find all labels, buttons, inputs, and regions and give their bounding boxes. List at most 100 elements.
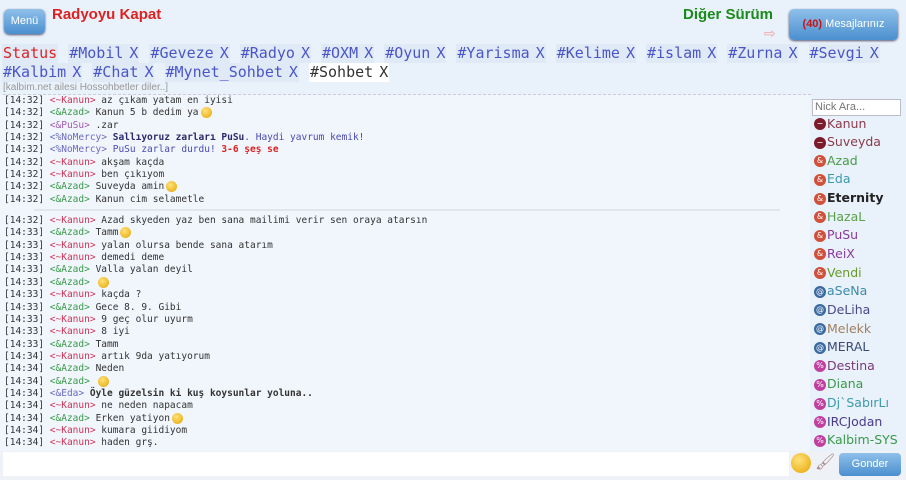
nick-item[interactable]: @ MERAL bbox=[812, 339, 906, 358]
arrow-icon: ⇨ bbox=[764, 26, 776, 42]
close-tab-button[interactable]: X bbox=[289, 63, 298, 81]
message-nick[interactable]: <~Kanun> bbox=[50, 157, 96, 168]
nick-item[interactable]: − Suveyda bbox=[812, 134, 906, 153]
tab-status[interactable]: Status bbox=[2, 44, 59, 63]
message-nick[interactable]: <&Azad> bbox=[50, 376, 90, 387]
radio-toggle-link[interactable]: Radyoyu Kapat bbox=[52, 6, 161, 23]
tab-oyun[interactable]: #Oyun X bbox=[384, 44, 447, 63]
close-tab-button[interactable]: X bbox=[536, 44, 545, 62]
nick-item[interactable]: & Eternity bbox=[812, 190, 906, 209]
message-nick[interactable]: <~Kanun> bbox=[50, 252, 96, 263]
message-nick[interactable]: <&Azad> bbox=[50, 339, 90, 350]
nick-item[interactable]: & ReiX bbox=[812, 246, 906, 265]
close-tab-button[interactable]: X bbox=[870, 44, 879, 62]
nick-item[interactable]: % Kalbim-SYS bbox=[812, 432, 906, 451]
tab-geveze[interactable]: #Geveze X bbox=[149, 44, 230, 63]
message-text: . Haydi yavrum kemik! bbox=[244, 132, 365, 144]
tab-islam[interactable]: #islam X bbox=[646, 44, 718, 63]
close-tab-button[interactable]: X bbox=[379, 63, 388, 81]
mode-admin-icon: & bbox=[814, 211, 826, 224]
message-nick[interactable]: <&PuSu> bbox=[50, 120, 90, 131]
message-nick[interactable]: <&Azad> bbox=[50, 413, 90, 424]
nick-name: ReiX bbox=[827, 245, 855, 261]
close-tab-button[interactable]: X bbox=[707, 44, 716, 62]
message-nick[interactable]: <~Kanun> bbox=[50, 240, 96, 251]
nick-item[interactable]: & PuSu bbox=[812, 227, 906, 246]
nick-item[interactable]: % Dj`SabırLı bbox=[812, 395, 906, 414]
message-nick[interactable]: <%NoMercy> bbox=[50, 132, 107, 143]
tab-mobil[interactable]: #Mobil X bbox=[68, 44, 140, 63]
message-nick[interactable]: <~Kanun> bbox=[50, 215, 96, 226]
send-button[interactable]: Gonder bbox=[839, 453, 901, 476]
nick-item[interactable]: − Kanun bbox=[812, 116, 906, 135]
message-text: PuSu zarlar durdu! bbox=[112, 144, 222, 156]
smiley-icon bbox=[97, 375, 109, 387]
message-nick[interactable]: <~Kanun> bbox=[50, 326, 96, 337]
tab-chat[interactable]: #Chat X bbox=[92, 63, 155, 82]
messages-button[interactable]: (40) Mesajlarınız bbox=[789, 9, 898, 40]
nick-item[interactable]: % Destina bbox=[812, 358, 906, 377]
tab-oxm[interactable]: #OXM X bbox=[321, 44, 375, 63]
message-nick[interactable]: <~Kanun> bbox=[50, 400, 96, 411]
close-tab-button[interactable]: X bbox=[436, 44, 445, 62]
nick-search-input[interactable] bbox=[812, 98, 901, 116]
close-tab-button[interactable]: X bbox=[220, 44, 229, 62]
unread-separator bbox=[34, 209, 780, 212]
tab-sohbet[interactable]: #Sohbet X bbox=[308, 63, 390, 82]
message-nick[interactable]: <&Azad> bbox=[50, 194, 90, 205]
emoji-icon[interactable] bbox=[791, 453, 811, 473]
tab-yarisma[interactable]: #Yarisma X bbox=[456, 44, 546, 63]
message-input[interactable] bbox=[3, 452, 789, 476]
close-tab-button[interactable]: X bbox=[788, 44, 797, 62]
message-time: [14:32] bbox=[4, 144, 45, 156]
message-nick[interactable]: <~Kanun> bbox=[50, 437, 96, 448]
clear-brush-icon[interactable]: 🖌 bbox=[815, 452, 835, 471]
message-nick[interactable]: <&Eda> bbox=[50, 388, 84, 399]
message-nick[interactable]: <&Azad> bbox=[50, 107, 90, 118]
close-tab-button[interactable]: X bbox=[129, 44, 138, 62]
mode-op-icon: @ bbox=[814, 341, 826, 354]
nick-item[interactable]: & Vendi bbox=[812, 265, 906, 284]
nick-item[interactable]: & Eda bbox=[812, 171, 906, 190]
chat-log: [14:32] <~Kanun> az çıkam yatam en iyisi… bbox=[0, 95, 810, 451]
nick-item[interactable]: @ DeLiha bbox=[812, 302, 906, 321]
close-tab-button[interactable]: X bbox=[364, 44, 373, 62]
message-nick[interactable]: <~Kanun> bbox=[50, 351, 96, 362]
nick-item[interactable]: & Azad bbox=[812, 153, 906, 172]
other-version-link[interactable]: Diğer Sürüm bbox=[683, 6, 773, 23]
nick-item[interactable]: @ Melekk bbox=[812, 321, 906, 340]
message-nick[interactable]: <&Azad> bbox=[50, 363, 90, 374]
close-tab-button[interactable]: X bbox=[72, 63, 81, 81]
close-tab-button[interactable]: X bbox=[301, 44, 310, 62]
message-nick[interactable]: <&Azad> bbox=[50, 227, 90, 238]
nick-item[interactable]: % IRCJodan bbox=[812, 414, 906, 433]
message-nick[interactable]: <~Kanun> bbox=[50, 425, 96, 436]
message-nick[interactable]: <&Azad> bbox=[50, 264, 90, 275]
nick-item[interactable]: @ aSeNa bbox=[812, 283, 906, 302]
close-tab-button[interactable]: X bbox=[144, 63, 153, 81]
menu-button[interactable]: Menü bbox=[4, 9, 45, 34]
message-nick[interactable]: <~Kanun> bbox=[50, 169, 96, 180]
message-nick[interactable]: <~Kanun> bbox=[50, 289, 96, 300]
message-nick[interactable]: <~Kanun> bbox=[50, 314, 96, 325]
message-nick[interactable]: <&Azad> bbox=[50, 277, 90, 288]
tab-kalbim[interactable]: #Kalbim X bbox=[2, 63, 83, 82]
tab-kelime[interactable]: #Kelime X bbox=[555, 44, 636, 63]
tab-zurna[interactable]: #Zurna X bbox=[727, 44, 799, 63]
tab-radyo[interactable]: #Radyo X bbox=[239, 44, 311, 63]
message-text: Kanun 5 b dedim ya bbox=[95, 107, 199, 119]
close-tab-button[interactable]: X bbox=[626, 44, 635, 62]
message-nick[interactable]: <&Azad> bbox=[50, 302, 90, 313]
mode-owner-icon: − bbox=[814, 118, 826, 130]
tab-sevgi[interactable]: #Sevgi X bbox=[808, 44, 880, 63]
message-nick[interactable]: <~Kanun> bbox=[50, 95, 96, 106]
message-nick[interactable]: <%NoMercy> bbox=[50, 144, 107, 155]
message-text: yalan olursa bende sana atarım bbox=[101, 239, 273, 251]
message-text: 8 iyi bbox=[101, 326, 130, 338]
tab-label: #Chat bbox=[93, 63, 139, 81]
message-nick[interactable]: <&Azad> bbox=[50, 181, 90, 192]
nick-item[interactable]: & HazaL bbox=[812, 209, 906, 228]
tab-mynet_sohbet[interactable]: #Mynet_Sohbet X bbox=[164, 63, 299, 82]
nick-name: Azad bbox=[827, 152, 858, 168]
nick-item[interactable]: % Diana bbox=[812, 376, 906, 395]
